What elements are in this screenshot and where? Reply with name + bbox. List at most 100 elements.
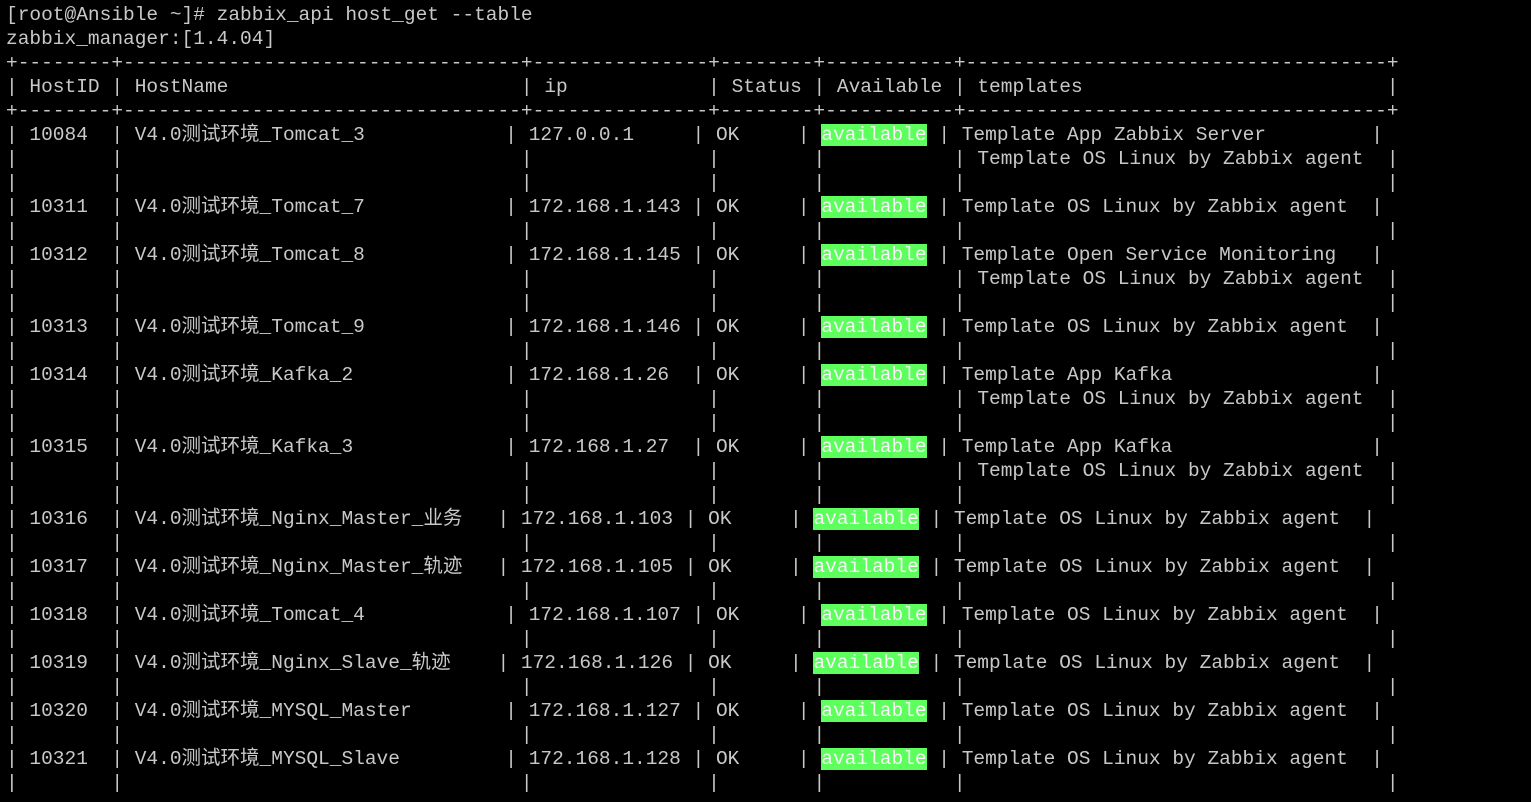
cell-padding: [810, 604, 822, 626]
cell-padding: [1363, 148, 1386, 170]
column-border: |: [497, 556, 510, 578]
column-border: |: [797, 124, 810, 146]
column-border: |: [708, 532, 720, 554]
cell-padding: [919, 556, 931, 578]
cell-padding: [704, 124, 716, 146]
column-border: |: [708, 772, 720, 794]
column-border: |: [692, 196, 705, 218]
cell-padding: [18, 244, 30, 266]
cell-padding: [927, 748, 939, 770]
column-border: |: [111, 676, 124, 698]
empty-cell: [533, 724, 709, 746]
cell-padding: [919, 652, 931, 674]
cell-padding: [810, 244, 822, 266]
cell-padding: [123, 604, 135, 626]
column-border: |: [953, 172, 966, 194]
cell-padding: [942, 652, 954, 674]
column-border: |: [692, 316, 705, 338]
empty-cell: [966, 340, 1387, 362]
cell-padding: [1363, 388, 1386, 410]
ip-cell: 172.168.1.26: [528, 364, 670, 386]
column-border: |: [813, 484, 826, 506]
column-border: |: [938, 604, 950, 626]
column-border: |: [111, 724, 124, 746]
column-border: |: [111, 292, 124, 314]
column-border: |: [6, 724, 18, 746]
column-border: |: [708, 628, 720, 650]
ip-cell: 172.168.1.128: [528, 748, 681, 770]
cell-padding: [88, 316, 111, 338]
column-border: |: [684, 652, 697, 674]
empty-cell: [18, 172, 112, 194]
empty-cell: [533, 676, 709, 698]
cell-padding: [810, 316, 822, 338]
column-border: |: [1386, 292, 1399, 314]
cell-padding: [802, 76, 814, 98]
hostname-cell: V4.0测试环境_Tomcat_3: [134, 124, 365, 146]
column-border: |: [813, 388, 826, 410]
empty-cell: [720, 148, 814, 170]
column-border: |: [1386, 580, 1399, 602]
empty-cell: [966, 772, 1387, 794]
column-border: |: [930, 556, 943, 578]
ip-cell: 172.168.1.145: [528, 244, 681, 266]
column-border: |: [1386, 724, 1399, 746]
column-border: |: [708, 292, 720, 314]
column-border: |: [6, 292, 18, 314]
empty-cell: [533, 340, 709, 362]
cell-padding: [802, 556, 814, 578]
column-border: |: [520, 340, 533, 362]
table-row-spacer: | | | | | | |: [6, 219, 1528, 243]
cell-padding: [18, 604, 30, 626]
column-border: |: [708, 460, 720, 482]
empty-cell: [533, 460, 709, 482]
column-border: |: [692, 364, 705, 386]
column-border: |: [813, 724, 826, 746]
cell-padding: [673, 508, 685, 530]
column-border: |: [1371, 748, 1383, 770]
cell-padding: [123, 508, 135, 530]
cell-padding: [696, 556, 708, 578]
hostname-cell: V4.0测试环境_Nginx_Slave_轨迹: [134, 652, 451, 674]
cell-padding: [1172, 364, 1371, 386]
empty-cell: [18, 724, 112, 746]
cell-padding: [123, 316, 135, 338]
empty-cell: [533, 580, 709, 602]
column-border: |: [938, 316, 950, 338]
hostname-cell: V4.0测试环境_Tomcat_4: [134, 604, 365, 626]
column-border: |: [520, 580, 533, 602]
cell-padding: [462, 508, 497, 530]
available-badge: available: [821, 244, 927, 266]
column-border: |: [1371, 196, 1383, 218]
cell-padding: [509, 556, 521, 578]
cell-padding: [927, 316, 939, 338]
cell-padding: [18, 748, 30, 770]
empty-cell: [123, 676, 521, 698]
cell-padding: [739, 700, 798, 722]
cell-padding: [123, 748, 135, 770]
template-cell: Template OS Linux by Zabbix agent: [977, 388, 1364, 410]
table-row: | | | | | | Template OS Linux by Zabbix …: [6, 459, 1528, 483]
empty-cell: [123, 628, 521, 650]
cell-padding: [739, 604, 798, 626]
column-border: |: [708, 484, 720, 506]
cell-padding: [673, 652, 685, 674]
table-row: | | | | | | Template OS Linux by Zabbix …: [6, 147, 1528, 171]
empty-cell: [966, 580, 1387, 602]
empty-cell: [18, 460, 112, 482]
column-border: |: [6, 532, 18, 554]
cell-padding: [88, 604, 111, 626]
cell-padding: [1340, 652, 1363, 674]
available-badge: available: [813, 508, 919, 530]
empty-cell: [720, 532, 814, 554]
cell-padding: [810, 364, 822, 386]
status-cell: OK: [715, 316, 740, 338]
column-border: |: [708, 724, 720, 746]
cell-padding: [1348, 604, 1371, 626]
table-row: | 10321 | V4.0测试环境_MYSQL_Slave | 172.168…: [6, 747, 1528, 771]
cell-padding: [88, 436, 111, 458]
terminal-window[interactable]: [root@Ansible ~]# zabbix_api host_get --…: [6, 3, 1528, 799]
column-border: |: [111, 412, 124, 434]
cell-padding: [123, 76, 135, 98]
empty-cell: [123, 220, 521, 242]
